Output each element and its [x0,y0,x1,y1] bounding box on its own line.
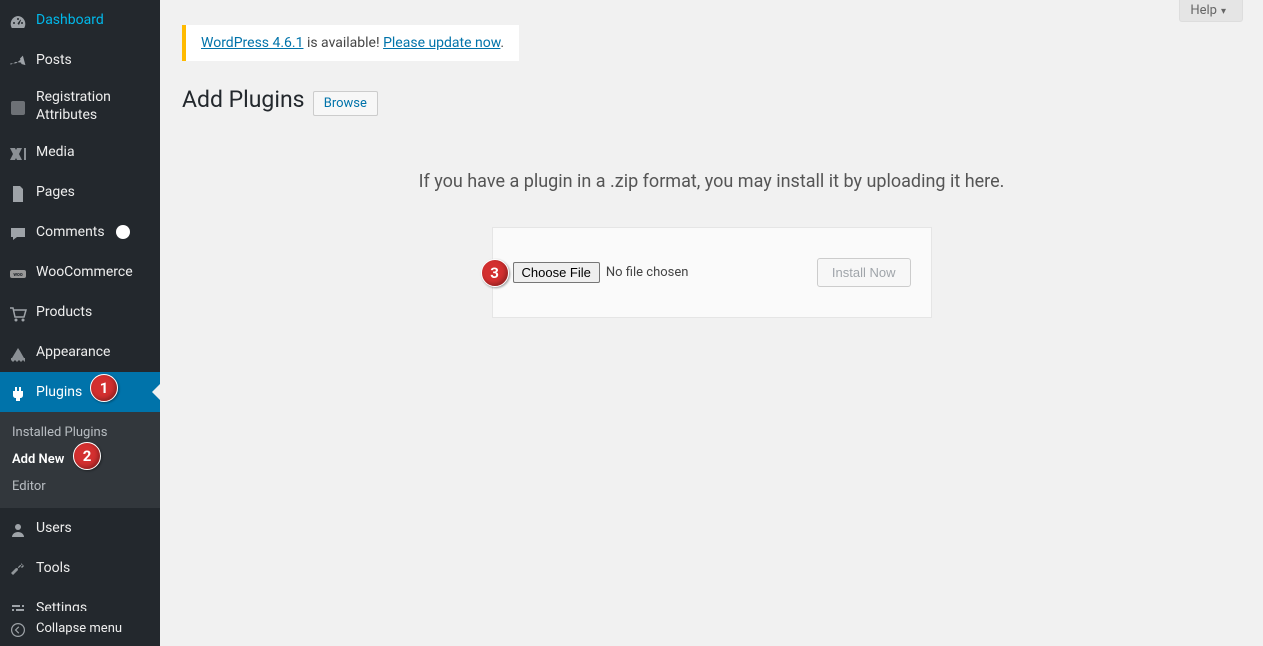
sidebar-item-products[interactable]: Products [0,292,160,332]
pin-icon [0,48,36,72]
sidebar-item-woocommerce[interactable]: woo WooCommerce [0,252,160,292]
comments-icon [0,220,36,244]
update-nag-notice: WordPress 4.6.1 is available! Please upd… [182,25,519,61]
comments-count-badge [116,225,130,239]
sidebar-item-label: Users [36,519,152,537]
update-nag-suffix: . [500,35,504,51]
collapse-menu-label: Collapse menu [36,621,122,636]
products-icon [0,300,36,324]
plugins-icon [0,380,36,404]
sidebar-item-label: Posts [36,51,152,69]
sidebar-item-media[interactable]: Media [0,132,160,172]
sidebar-item-label: Comments [36,223,152,241]
woo-icon: woo [0,260,36,284]
sidebar-item-tools[interactable]: Tools [0,548,160,588]
collapse-icon [0,619,36,638]
dashboard-icon [0,8,36,32]
svg-text:woo: woo [13,272,22,278]
sidebar-item-registration-attributes[interactable]: Registration Attributes [0,80,160,132]
main-content-area: Help WordPress 4.6.1 is available! Pleas… [160,0,1263,646]
registration-icon [0,94,36,118]
collapse-menu-button[interactable]: Collapse menu [0,611,160,646]
sidebar-item-appearance[interactable]: Appearance [0,332,160,372]
users-icon [0,516,36,540]
page-title: Add Plugins [182,86,305,113]
sidebar-item-label: Pages [36,183,152,201]
update-nag-text: is available! [303,35,383,51]
appearance-icon [0,340,36,364]
file-input-wrapper: Choose File No file chosen [513,262,689,283]
tools-icon [0,556,36,580]
sidebar-item-label: WooCommerce [36,263,152,281]
sidebar-item-label: Products [36,303,152,321]
sidebar-item-label: Appearance [36,343,152,361]
sidebar-item-users[interactable]: Users [0,508,160,548]
wordpress-version-link[interactable]: WordPress 4.6.1 [201,35,303,51]
file-status-text: No file chosen [606,265,689,280]
media-icon [0,140,36,164]
submenu-item-label: Add New [12,452,64,467]
sidebar-item-dashboard[interactable]: Dashboard [0,0,160,40]
update-now-link[interactable]: Please update now [383,35,500,51]
upload-plugin-form: 3 Choose File No file chosen Install Now [492,227,932,318]
submenu-editor[interactable]: Editor [0,473,160,500]
submenu-add-new[interactable]: Add New 2 [0,446,160,473]
sidebar-item-label: Tools [36,559,152,577]
upload-description-text: If you have a plugin in a .zip format, y… [182,171,1241,192]
sidebar-item-posts[interactable]: Posts [0,40,160,80]
choose-file-button[interactable]: Choose File [513,262,600,283]
submenu-installed-plugins[interactable]: Installed Plugins [0,419,160,446]
annotation-badge-3: 3 [481,259,509,287]
sidebar-item-plugins[interactable]: Plugins 1 [0,372,160,412]
sidebar-item-label: Media [36,143,152,161]
admin-sidebar: Dashboard Posts Registration Attributes … [0,0,160,646]
plugins-submenu: Installed Plugins Add New 2 Editor [0,412,160,508]
pages-icon [0,180,36,204]
sidebar-item-pages[interactable]: Pages [0,172,160,212]
help-tab-button[interactable]: Help [1179,0,1243,22]
sidebar-item-label: Registration Attributes [36,88,152,124]
screen-meta-links: Help [1179,0,1243,22]
sidebar-item-comments[interactable]: Comments [0,212,160,252]
sidebar-item-label: Dashboard [36,11,152,29]
annotation-badge-2: 2 [73,442,101,470]
browse-button[interactable]: Browse [313,91,378,116]
install-now-button[interactable]: Install Now [817,258,911,287]
